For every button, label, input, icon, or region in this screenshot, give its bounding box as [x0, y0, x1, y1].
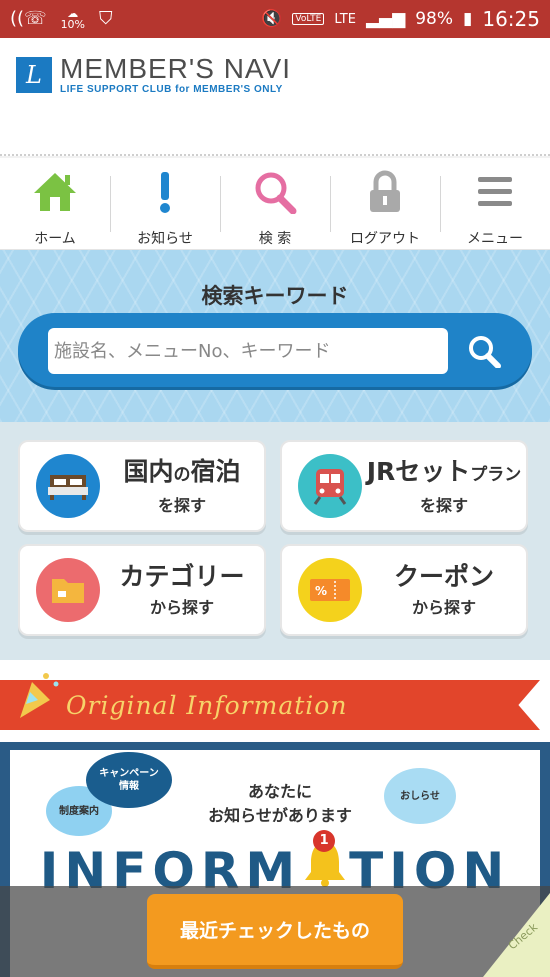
- nav-notice-label: お知らせ: [137, 231, 193, 247]
- domestic-stay-sub: を探す: [157, 495, 206, 515]
- search-icon: [253, 170, 297, 214]
- jr-set-plan-card[interactable]: JRセットプラン を探す: [280, 440, 528, 532]
- search-input[interactable]: [48, 328, 448, 374]
- coupon-sub: から探す: [411, 598, 476, 617]
- recently-checked-label: 最近チェックしたもの: [179, 920, 370, 942]
- nav-search-label: 検 索: [258, 231, 292, 247]
- campaign-bubble: キャンペーン 情報: [86, 752, 172, 808]
- domestic-stay-card[interactable]: 国内の宿泊 を探す: [18, 440, 266, 532]
- nav-menu[interactable]: メニュー: [440, 158, 550, 249]
- brand-name: MEMBER'S NAVI: [60, 53, 291, 84]
- category-cards: 国内の宿泊 を探す JRセットプラン を探す カテゴリー から探す % クーポン…: [0, 422, 550, 660]
- domestic-stay-title-no: の: [173, 464, 191, 485]
- notification-count-badge: 1: [313, 830, 336, 852]
- status-bar: ((☏ ☁ 10% ⛉ 🔇 VoLTE LTE ▂▄▆ 98% ▮ 16:25: [0, 0, 550, 38]
- folder-icon: [36, 558, 100, 622]
- party-popper-icon: [16, 664, 64, 724]
- jr-set-sub: を探す: [419, 495, 468, 515]
- coupon-title: クーポン: [393, 562, 494, 591]
- weather-indicator: ☁ 10%: [61, 8, 85, 30]
- svg-text:%: %: [315, 584, 327, 598]
- coupon-card[interactable]: % クーポン から探す: [280, 544, 528, 636]
- network-type: LTE: [334, 11, 356, 27]
- nav-menu-label: メニュー: [467, 231, 523, 247]
- clock: 16:25: [482, 7, 540, 31]
- original-info-title: Original Information: [66, 690, 348, 720]
- nav-search[interactable]: 検 索: [220, 158, 330, 249]
- nav-logout-label: ログアウト: [350, 231, 420, 247]
- original-info-ribbon[interactable]: Original Information: [0, 680, 540, 730]
- mute-icon: 🔇: [261, 9, 283, 29]
- wifi-call-icon: ((☏: [10, 8, 47, 29]
- volte-badge: VoLTE: [292, 13, 325, 25]
- recently-checked-button[interactable]: 最近チェックしたもの: [147, 894, 403, 969]
- jr-set-plan-label: プラン: [470, 464, 522, 485]
- train-icon: [298, 454, 362, 518]
- nav-home-label: ホーム: [34, 231, 76, 247]
- nav-home[interactable]: ホーム: [0, 158, 110, 249]
- logo-mark-icon: L: [16, 56, 52, 93]
- nav-logout[interactable]: ログアウト: [330, 158, 440, 249]
- search-bar: [18, 313, 532, 387]
- main-nav: ホーム お知らせ 検 索 ログアウト メニュー: [0, 158, 550, 250]
- logo[interactable]: L MEMBER'S NAVI LIFE SUPPORT CLUB for ME…: [16, 54, 291, 95]
- bed-icon: [36, 454, 100, 518]
- search-title: 検索キーワード: [201, 284, 349, 308]
- search-section: 検索キーワード: [0, 250, 550, 422]
- notice-label: おしらせ: [400, 790, 440, 802]
- notice-bubble: おしらせ: [384, 768, 456, 824]
- header: L MEMBER'S NAVI LIFE SUPPORT CLUB for ME…: [0, 38, 550, 156]
- information-message-l2: お知らせがあります: [208, 806, 352, 825]
- search-submit-button[interactable]: [464, 331, 504, 371]
- jr-set-title: JRセット: [366, 456, 471, 486]
- campaign-label-l1: キャンペーン: [99, 768, 159, 779]
- battery-percent: 98%: [415, 9, 453, 29]
- lock-icon: [368, 170, 402, 214]
- battery-icon: ▮: [463, 9, 473, 29]
- signal-icon: ▂▄▆: [365, 9, 406, 29]
- information-message: あなたに お知らせがあります: [170, 780, 390, 828]
- information-message-l1: あなたに: [247, 782, 312, 801]
- category-sub: から探す: [149, 598, 214, 617]
- home-icon: [32, 170, 78, 214]
- category-card[interactable]: カテゴリー から探す: [18, 544, 266, 636]
- shield-icon: ⛉: [99, 8, 113, 29]
- system-guide-label: 制度案内: [59, 805, 99, 817]
- nav-notice[interactable]: お知らせ: [110, 158, 220, 249]
- weather-value: 10%: [60, 18, 86, 31]
- domestic-stay-title-b: 宿泊: [190, 456, 241, 486]
- search-icon: [469, 336, 501, 368]
- category-title: カテゴリー: [119, 562, 245, 591]
- campaign-label-l2: 情報: [119, 781, 139, 792]
- coupon-ticket-icon: %: [298, 558, 362, 622]
- domestic-stay-title-a: 国内: [123, 456, 174, 486]
- brand-tagline: LIFE SUPPORT CLUB for MEMBER'S ONLY: [60, 84, 283, 95]
- hamburger-icon: [478, 170, 512, 214]
- original-info-section: Original Information: [0, 660, 550, 742]
- exclamation-icon: [155, 170, 175, 214]
